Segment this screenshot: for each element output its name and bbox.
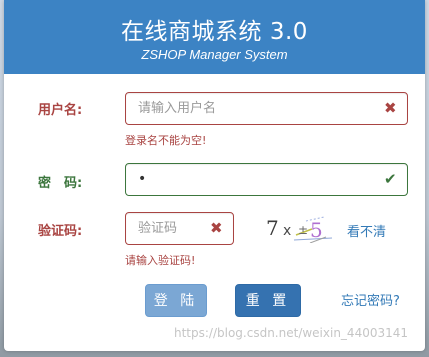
login-header: 在线商城系统 3.0 ZSHOP Manager System <box>4 0 425 74</box>
captcha-field[interactable]: ✖ <box>125 212 234 245</box>
check-icon: ✔ <box>384 170 397 188</box>
captcha-label: 验证码: <box>38 224 83 239</box>
username-field[interactable]: ✖ <box>125 92 408 125</box>
password-masked-value: • <box>138 171 147 187</box>
svg-text:7: 7 <box>266 216 279 240</box>
login-card: 在线商城系统 3.0 ZSHOP Manager System 用户名: ✖ 登… <box>4 0 425 351</box>
captcha-input[interactable] <box>138 213 206 244</box>
username-input[interactable] <box>138 93 378 124</box>
svg-text:±: ± <box>298 223 308 237</box>
login-button[interactable]: 登 陆 <box>145 284 207 317</box>
reset-button[interactable]: 重 置 <box>235 284 301 317</box>
password-label: 密 码: <box>38 176 83 191</box>
app-title: 在线商城系统 3.0 <box>121 19 308 45</box>
captcha-error-text: 请输入验证码! <box>125 254 196 267</box>
password-field[interactable]: • ✔ <box>125 163 408 196</box>
watermark: https://blog.csdn.net/weixin_44003141 <box>174 326 409 340</box>
svg-text:x: x <box>283 223 291 239</box>
refresh-captcha-link[interactable]: 看不清 <box>347 221 386 240</box>
close-icon: ✖ <box>384 99 397 117</box>
captcha-image[interactable]: 7 x ± 5 <box>266 207 338 243</box>
app-subtitle: ZSHOP Manager System <box>141 47 288 62</box>
forgot-password-link[interactable]: 忘记密码? <box>341 290 400 309</box>
username-error-text: 登录名不能为空! <box>125 134 207 147</box>
close-icon: ✖ <box>210 219 223 237</box>
username-label: 用户名: <box>38 103 83 118</box>
